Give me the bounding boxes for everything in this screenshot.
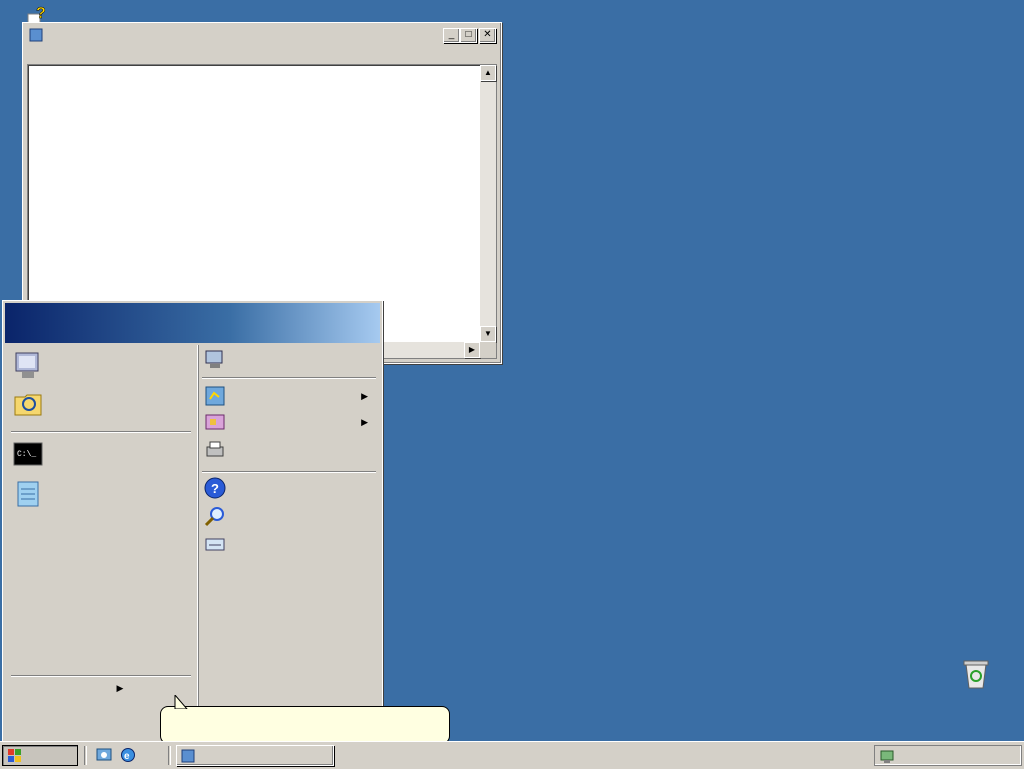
svg-text:C:\_: C:\_ [17,450,36,459]
start-item-command-prompt[interactable]: C:\_ [13,439,189,469]
help-icon: ? [204,477,226,499]
taskbar: e [0,741,1024,769]
maximize-icon: □ [465,29,472,40]
app-icon [181,749,195,762]
all-programs-button[interactable]: ▶ [47,683,187,694]
start-button-tooltip [160,695,450,744]
vertical-scrollbar[interactable]: ▲ ▼ [480,65,496,342]
quick-launch-divider [84,746,87,765]
network-status-icon[interactable] [879,748,895,764]
window-titlebar[interactable]: _ □ ✕ [26,26,498,44]
run-icon [205,538,225,551]
start-item-printers[interactable] [204,439,374,461]
scroll-up-button[interactable]: ▲ [480,65,496,81]
scroll-down-button[interactable]: ▼ [480,326,496,342]
submenu-arrow-icon: ▶ [361,390,368,401]
start-button[interactable] [2,745,78,766]
taskbar-divider [168,746,171,765]
start-item-explorer[interactable] [13,389,189,419]
separator [202,377,376,379]
internet-explorer-icon[interactable]: e [120,747,136,763]
start-item-help[interactable]: ? [204,477,374,499]
start-item-notepad[interactable] [13,479,189,509]
control-panel-icon [205,386,225,406]
start-menu-right-pane: ▶ ▶ ? [197,345,380,737]
recycle-bin[interactable] [938,656,1014,720]
system-tray [874,745,1022,766]
minimize-button[interactable]: _ [443,28,460,43]
start-item-admin-tools[interactable]: ▶ [204,411,374,433]
minimize-icon: _ [448,29,455,40]
app-icon [29,28,43,42]
start-menu-header [5,303,380,343]
tooltip-pointer-icon [174,695,188,709]
windows-explorer-icon [14,394,42,416]
computer-network-icon [205,350,223,368]
administrative-tools-icon [205,414,225,430]
notepad-icon [17,481,39,507]
windows-logo-icon [8,748,21,762]
show-desktop-icon[interactable] [96,747,112,763]
close-button[interactable]: ✕ [479,28,496,43]
arrow-right-icon: ▶ [116,683,124,693]
submenu-arrow-icon: ▶ [361,416,368,427]
start-item-search[interactable] [204,505,374,527]
recycle-bin-icon [963,660,989,689]
separator [202,471,376,473]
separator [11,431,191,433]
svg-text:e: e [124,751,130,762]
svg-text:?: ? [36,5,46,22]
scroll-right-button[interactable]: ▶ [464,342,480,358]
my-computer-icon [15,352,39,378]
separator [11,675,191,677]
svg-text:?: ? [211,481,219,496]
close-icon: ✕ [483,29,492,40]
command-prompt-icon: C:\_ [13,442,43,466]
size-grip[interactable] [480,342,496,358]
taskbar-window-button[interactable] [176,745,334,766]
start-item-my-computer[interactable] [13,351,189,381]
start-item-control-panel[interactable]: ▶ [204,385,374,407]
start-menu-left-pane: C:\_ ▶ [7,345,195,737]
start-item-run[interactable] [204,533,374,555]
search-icon [204,507,224,527]
menu-bar [26,45,498,63]
start-menu: C:\_ ▶ ▶ ▶ ? [2,300,383,742]
start-item-network[interactable] [204,349,374,371]
printers-icon [206,441,224,457]
maximize-button[interactable]: □ [460,28,477,43]
